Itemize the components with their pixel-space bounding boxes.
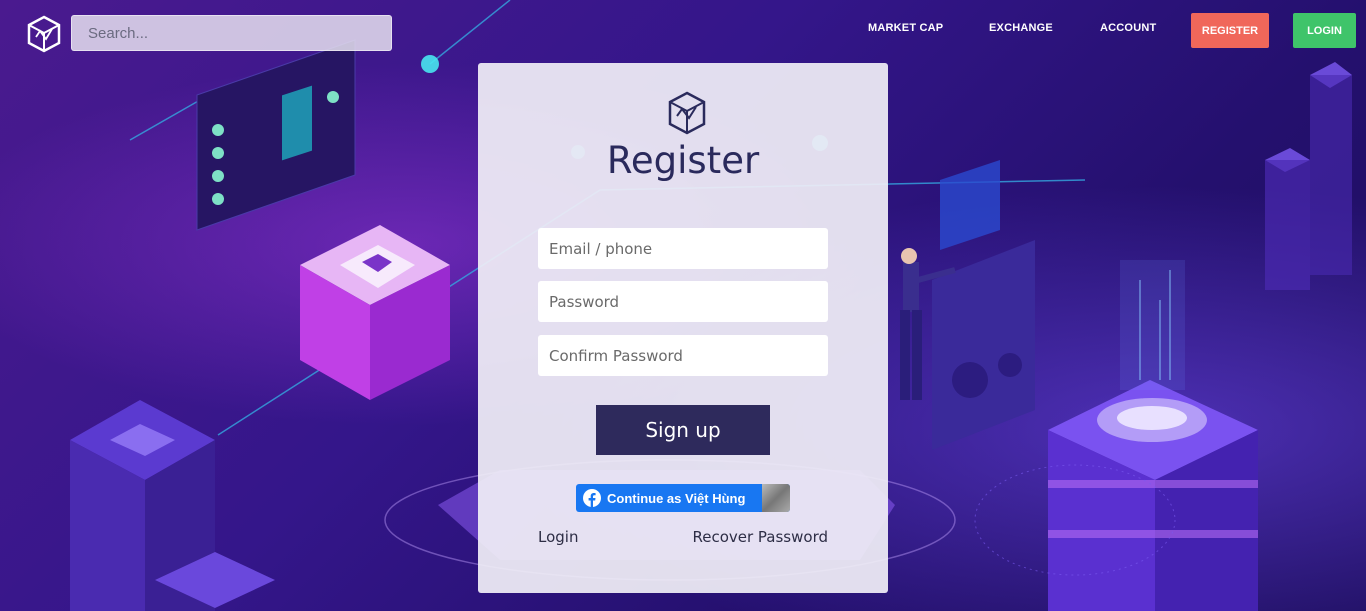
cube-logo-icon <box>668 91 706 135</box>
page-title: Register <box>606 139 760 182</box>
register-card: Register Sign up Continue as Việt Hùng L… <box>478 63 888 593</box>
cube-logo-icon[interactable] <box>26 15 62 53</box>
facebook-continue-button[interactable]: Continue as Việt Hùng <box>576 484 790 512</box>
avatar <box>762 484 790 512</box>
register-nav-button[interactable]: REGISTER <box>1191 13 1269 48</box>
password-field[interactable] <box>538 281 828 322</box>
nav-market-cap[interactable]: MARKET CAP <box>868 22 943 38</box>
confirm-password-field[interactable] <box>538 335 828 376</box>
search-input[interactable] <box>71 15 392 51</box>
signup-button[interactable]: Sign up <box>596 405 770 455</box>
recover-password-link[interactable]: Recover Password <box>692 528 828 546</box>
nav-account[interactable]: ACCOUNT <box>1100 22 1156 38</box>
login-link[interactable]: Login <box>538 528 578 546</box>
facebook-icon <box>583 489 601 507</box>
facebook-button-label: Continue as Việt Hùng <box>607 490 746 506</box>
email-field[interactable] <box>538 228 828 269</box>
nav-exchange[interactable]: EXCHANGE <box>989 22 1053 38</box>
login-nav-button[interactable]: LOGIN <box>1293 13 1356 48</box>
